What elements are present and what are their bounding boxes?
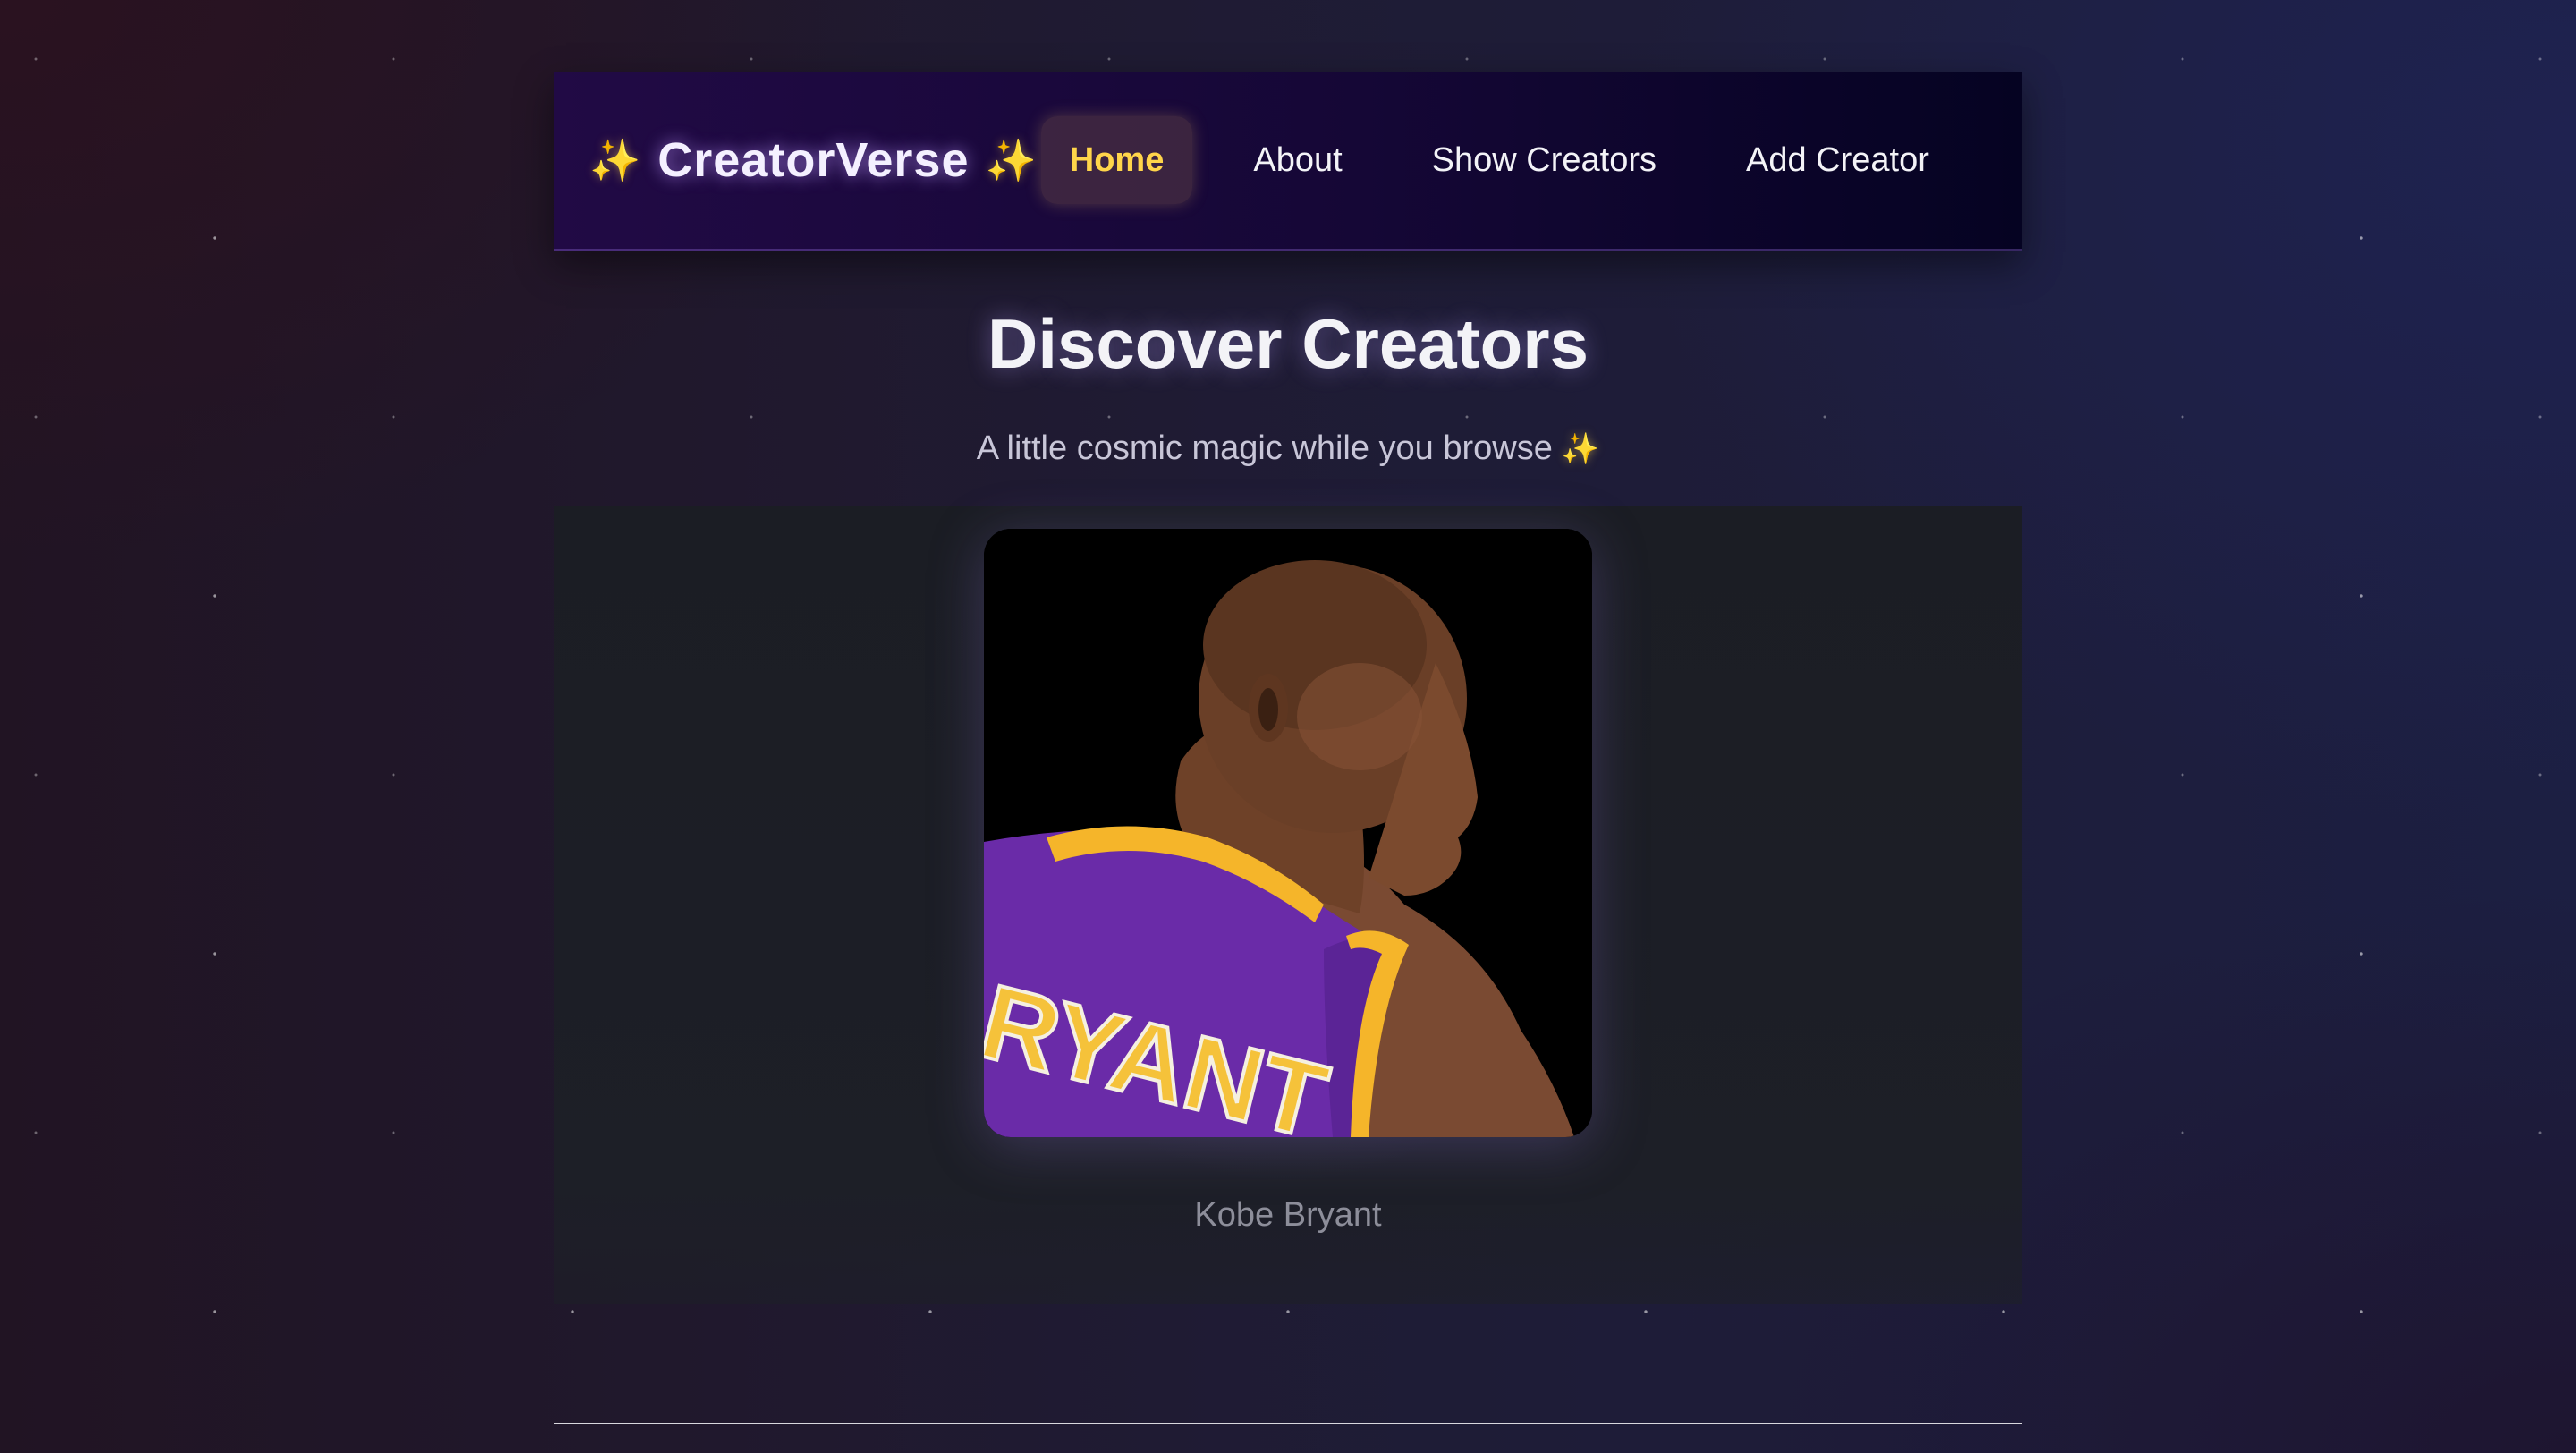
featured-creator-section: RYANT Kobe Bryant bbox=[554, 497, 2022, 1304]
creator-name[interactable]: Kobe Bryant bbox=[554, 1196, 2022, 1235]
creator-portrait-image: RYANT bbox=[984, 529, 1592, 1138]
nav-links: Home About Show Creators Add Creator bbox=[1040, 116, 1958, 204]
brand-name: CreatorVerse bbox=[657, 133, 970, 187]
top-navbar: ✨ CreatorVerse ✨ Home About Show Creator… bbox=[554, 72, 2022, 251]
brand-logo[interactable]: ✨ CreatorVerse ✨ bbox=[589, 132, 1038, 188]
nav-link-home[interactable]: Home bbox=[1040, 116, 1193, 204]
footer-divider bbox=[554, 1423, 2022, 1424]
sparkle-icon: ✨ bbox=[985, 136, 1038, 183]
creator-photo[interactable]: RYANT bbox=[984, 529, 1592, 1138]
page-title: Discover Creators bbox=[987, 304, 1589, 383]
sparkle-icon: ✨ bbox=[589, 136, 642, 183]
nav-link-add-creator[interactable]: Add Creator bbox=[1717, 116, 1958, 204]
nav-link-about[interactable]: About bbox=[1224, 116, 1370, 204]
subtitle-text: A little cosmic magic while you browse bbox=[976, 429, 1553, 468]
nav-link-show-creators[interactable]: Show Creators bbox=[1403, 116, 1685, 204]
sparkle-icon: ✨ bbox=[1561, 432, 1600, 467]
page-subtitle: A little cosmic magic while you browse ✨ bbox=[554, 429, 2022, 468]
page-frame: ✨ CreatorVerse ✨ Home About Show Creator… bbox=[554, 72, 2022, 1304]
